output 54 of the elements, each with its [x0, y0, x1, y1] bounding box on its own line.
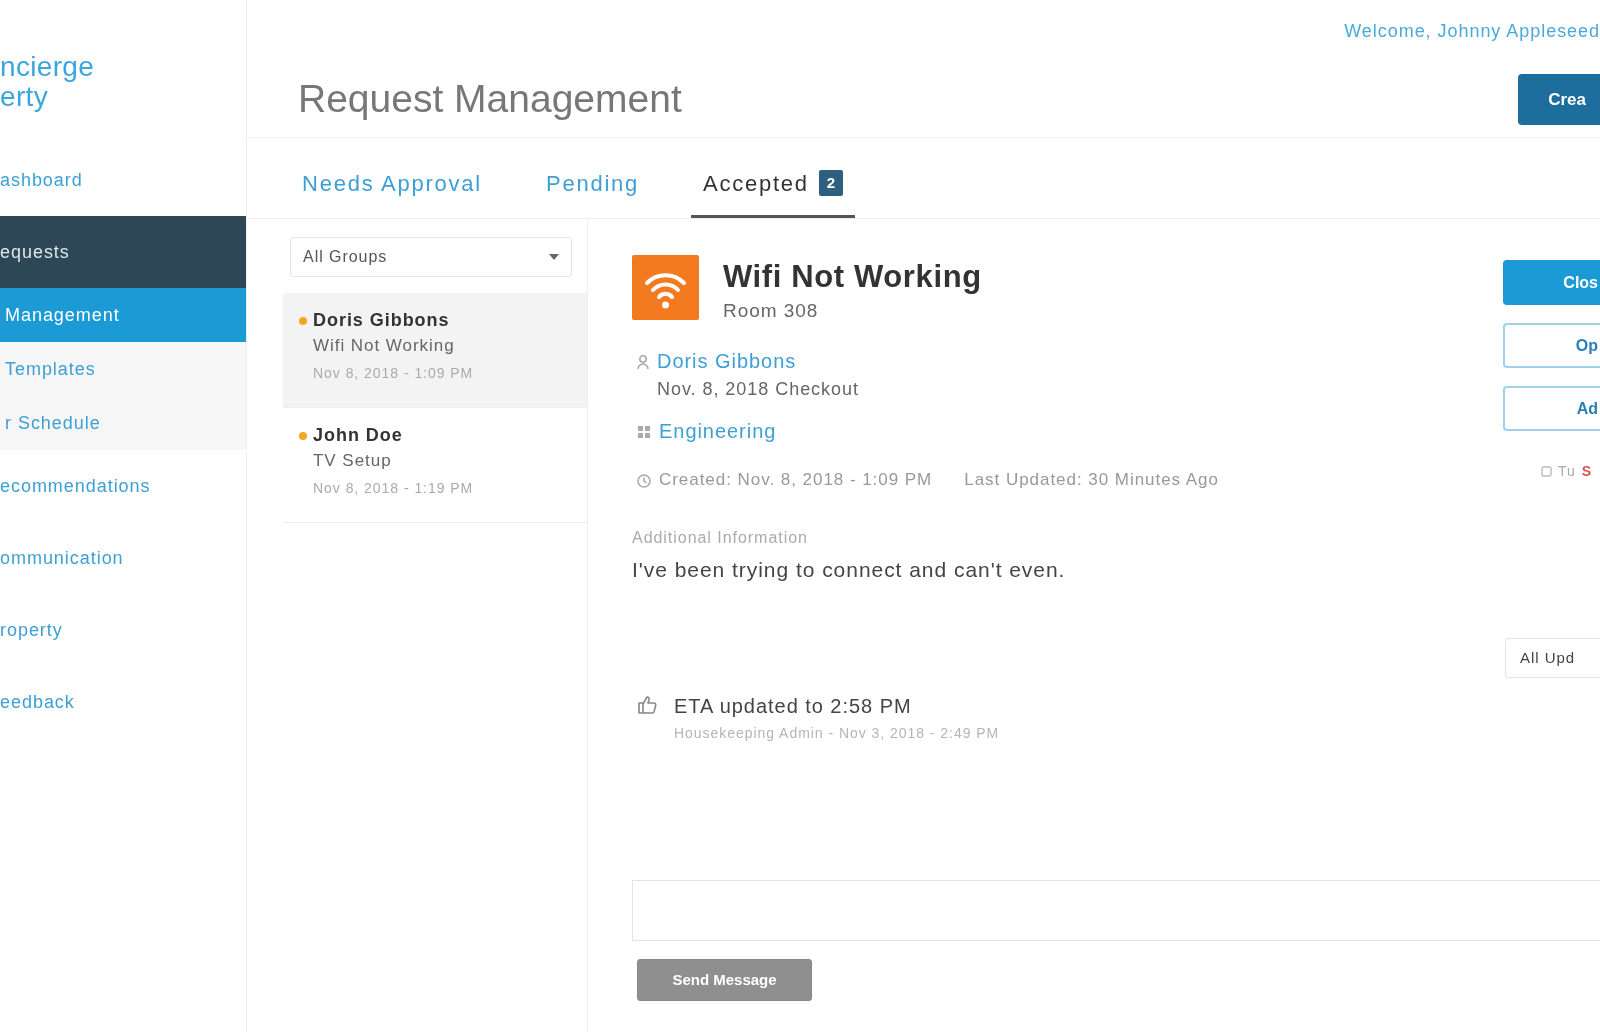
person-icon	[637, 355, 649, 369]
guest-name: Doris Gibbons	[313, 309, 450, 332]
tab[interactable]: Accepted 2	[691, 138, 855, 218]
sidebar-item[interactable]: ommunication	[0, 522, 246, 594]
guest-name: John Doe	[313, 424, 403, 447]
stay-text: Nov. 8, 2018 Checkout	[657, 378, 859, 401]
count-badge: 2	[818, 170, 843, 196]
request-date: Nov 8, 2018 - 1:19 PM	[312, 479, 474, 498]
thumbs-up-icon	[637, 694, 657, 715]
logo-text: erty	[0, 82, 48, 112]
logo-text: ncierge	[0, 52, 95, 82]
status-dot-icon	[299, 317, 307, 325]
action-button[interactable]: Ad	[1503, 386, 1600, 431]
sidebar-item[interactable]: roperty	[0, 594, 246, 666]
sidebar-item[interactable]: Management	[0, 288, 246, 342]
sidebar-item[interactable]: ashboard	[0, 144, 246, 216]
info-text: I've been trying to connect and can't even.	[632, 557, 1067, 583]
sidebar-item[interactable]: ecommendations	[0, 450, 246, 522]
action-button[interactable]: Op	[1503, 323, 1600, 368]
updated-text: Last Updated: 30 Minutes Ago	[964, 469, 1219, 491]
alert-text: S	[1581, 462, 1593, 481]
update-meta: Housekeeping Admin - Nov 3, 2018 - 2:49 PM	[674, 724, 1000, 742]
request-item[interactable]: Doris Gibbons Wifi Not Working Nov 8, 2018 - 1:09 PM	[283, 293, 587, 408]
caret-icon	[549, 254, 559, 260]
wifi-icon	[632, 255, 699, 320]
info-label: Additional Information	[632, 528, 809, 548]
updates-dropdown[interactable]: All Upd	[1505, 638, 1600, 678]
square-icon	[1541, 465, 1552, 477]
sidebar-item[interactable]: r Schedule	[0, 396, 246, 450]
grid-icon	[637, 425, 651, 439]
page-title: Request Management	[298, 76, 682, 123]
sidebar-item[interactable]: Templates	[0, 342, 246, 396]
request-date: Nov 8, 2018 - 1:09 PM	[312, 364, 474, 383]
create-button[interactable]: Crea	[1518, 74, 1600, 125]
group-dropdown[interactable]: All Groups	[290, 237, 572, 277]
department-link[interactable]: Engineering	[659, 417, 777, 445]
message-field[interactable]	[632, 880, 1600, 941]
tab[interactable]: Pending	[533, 138, 652, 218]
action-button[interactable]: Clos	[1503, 260, 1600, 305]
guest-link[interactable]: Doris Gibbons	[657, 347, 859, 375]
room-text: Room 308	[723, 299, 820, 323]
sidebar-item[interactable]: eedback	[0, 666, 246, 738]
request-title: Wifi Not Working	[723, 259, 982, 295]
tab[interactable]: Needs Approval	[290, 138, 494, 218]
status-text: Tu	[1558, 462, 1576, 481]
request-item[interactable]: John Doe TV Setup Nov 8, 2018 - 1:19 PM	[283, 408, 587, 523]
welcome-text: Welcome, Johnny Appleseed	[1344, 19, 1600, 43]
sidebar-group[interactable]: equests	[0, 216, 246, 288]
update-text: ETA updated to 2:58 PM	[674, 694, 913, 718]
status-dot-icon	[299, 432, 307, 440]
request-subject: TV Setup	[312, 450, 392, 472]
request-subject: Wifi Not Working	[312, 335, 455, 357]
created-text: Created: Nov. 8, 2018 - 1:09 PM	[659, 469, 933, 491]
clock-icon	[637, 474, 651, 488]
